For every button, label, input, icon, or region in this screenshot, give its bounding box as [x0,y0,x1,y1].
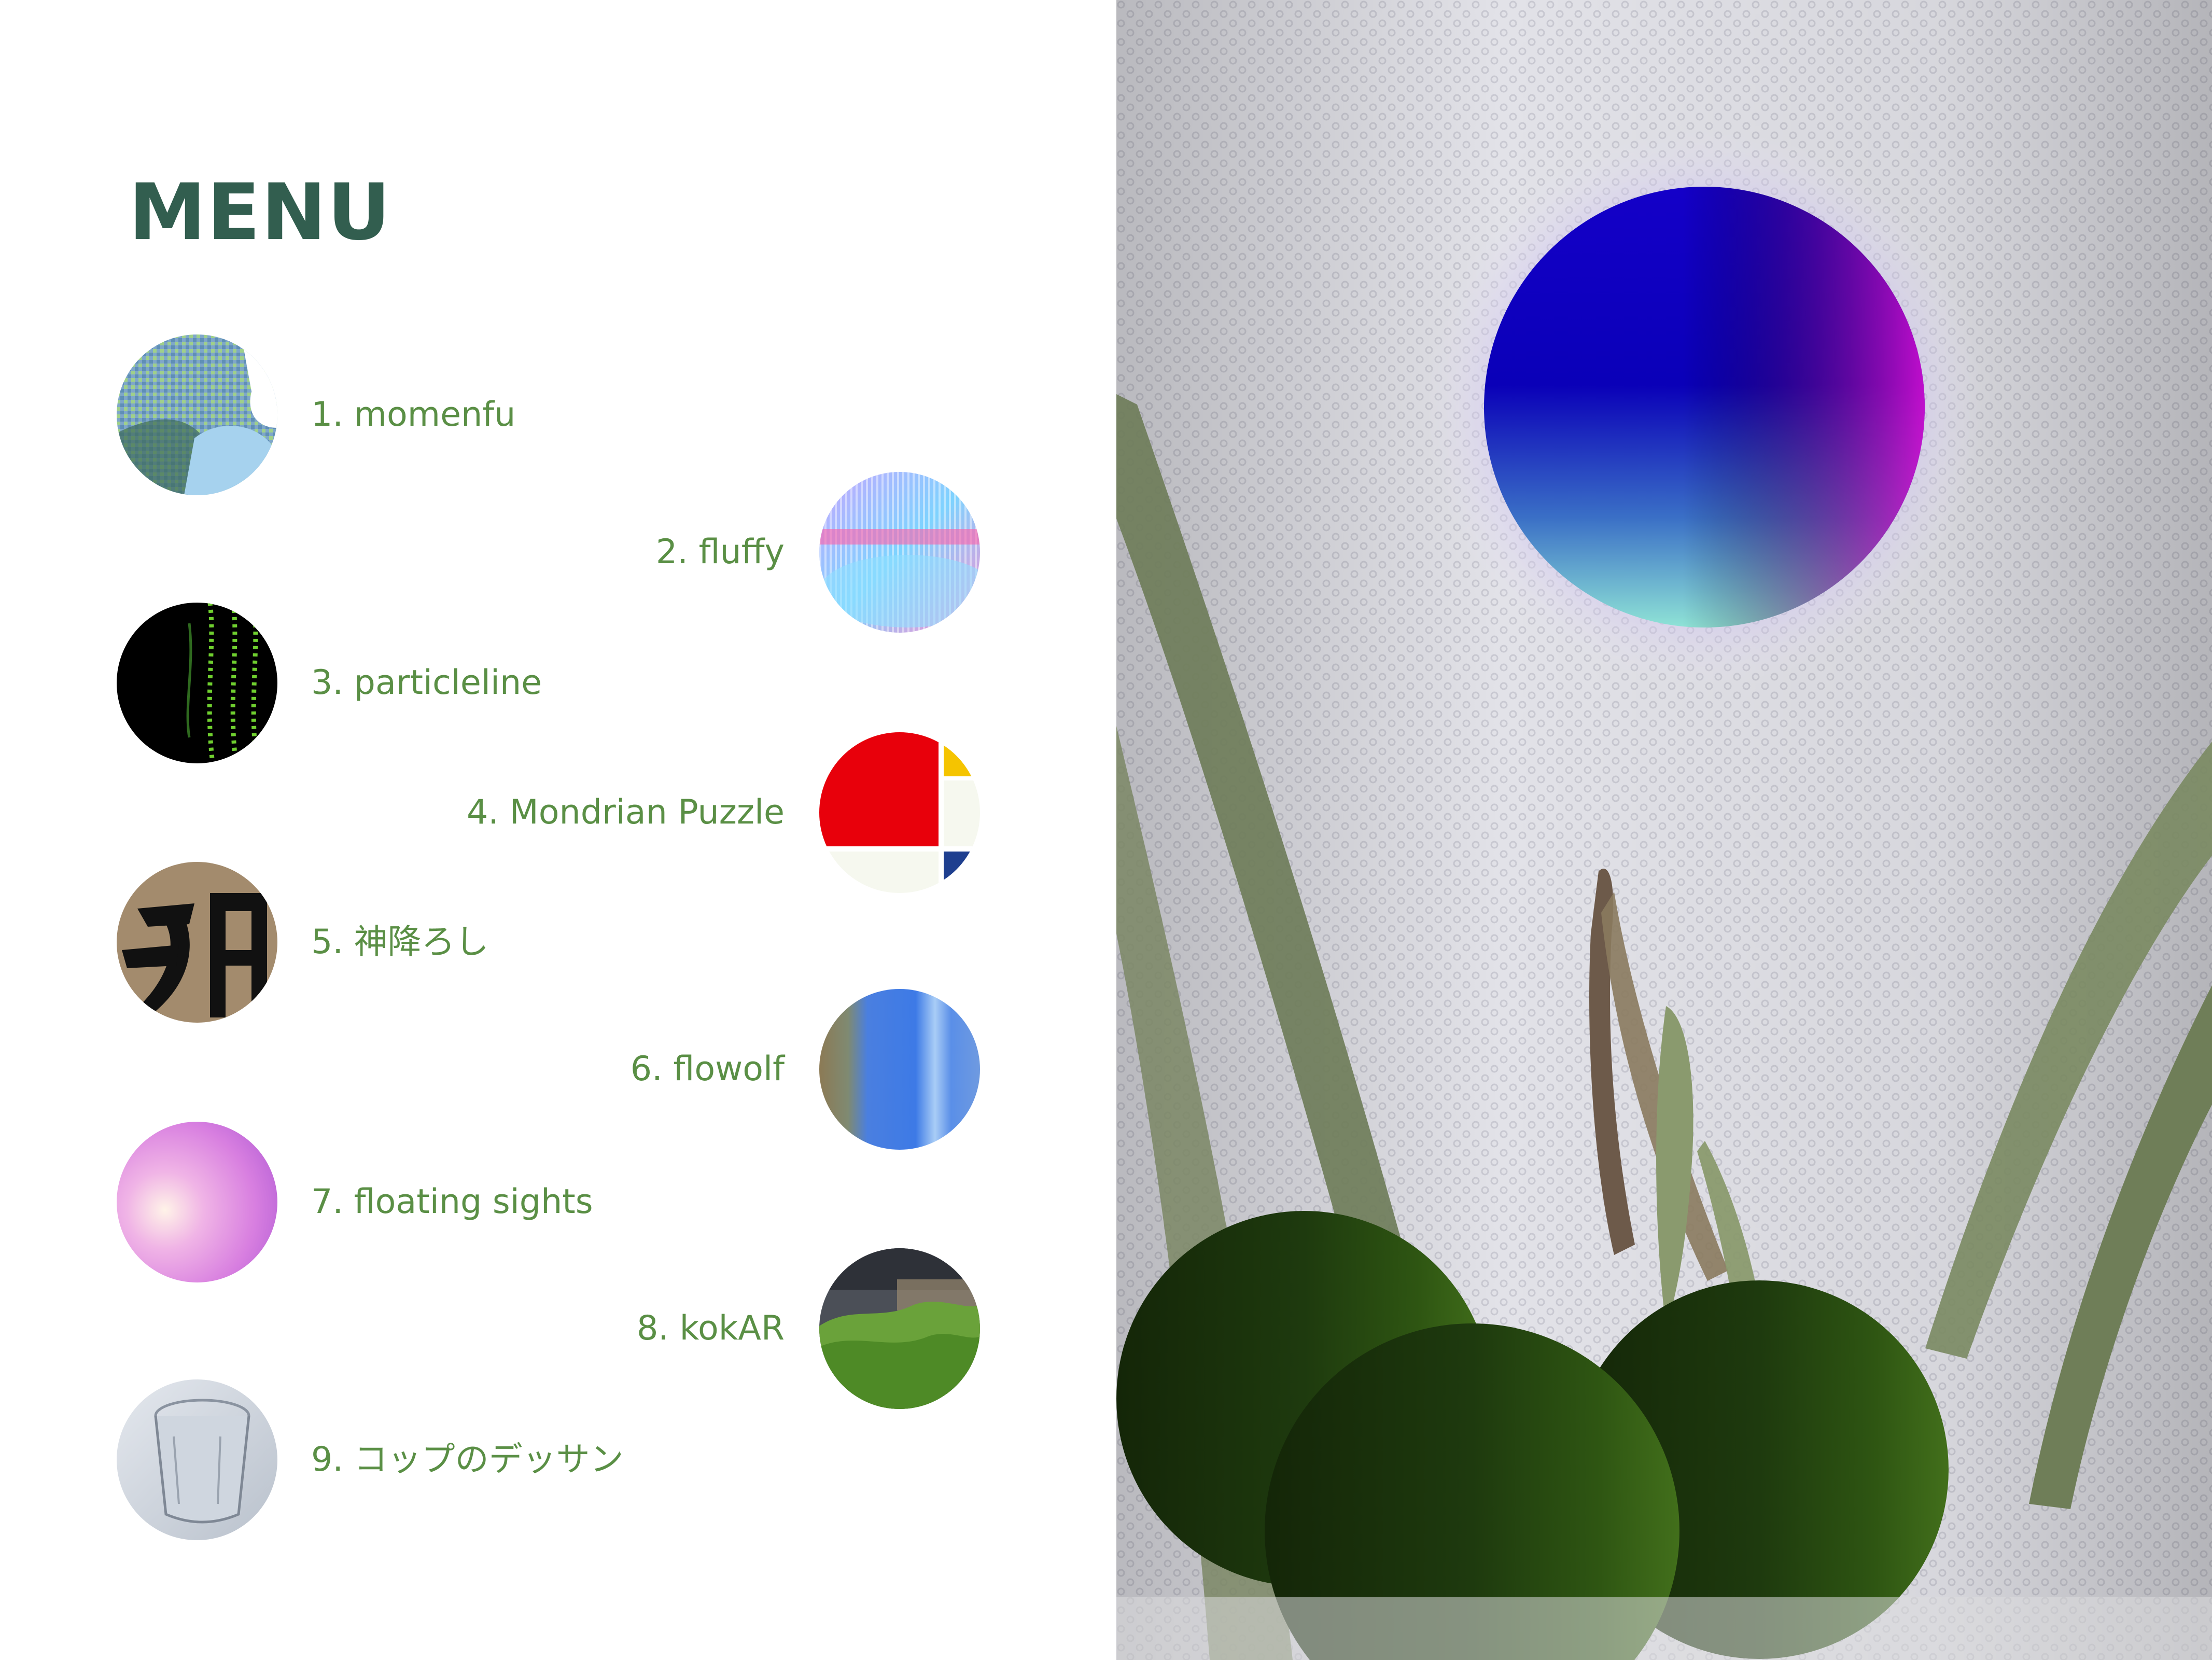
ar-camera-preview-icon [1116,0,2212,1660]
menu-item-momenfu[interactable]: 1. momenfu [0,334,1116,495]
menu-item-label: 1. momenfu [311,395,516,434]
menu-item-cup-drawing[interactable]: 9. コップのデッサン [0,1379,1116,1540]
menu-item-label: 9. コップのデッサン [311,1440,624,1479]
menu-panel: MENU 1. momenfu 2. fluffy 3. particlelin… [0,0,1116,1660]
momenfu-thumbnail-icon [117,334,277,495]
ar-preview [1116,0,2212,1660]
menu-title: MENU [129,168,392,258]
cup-drawing-thumbnail-icon [117,1379,277,1540]
